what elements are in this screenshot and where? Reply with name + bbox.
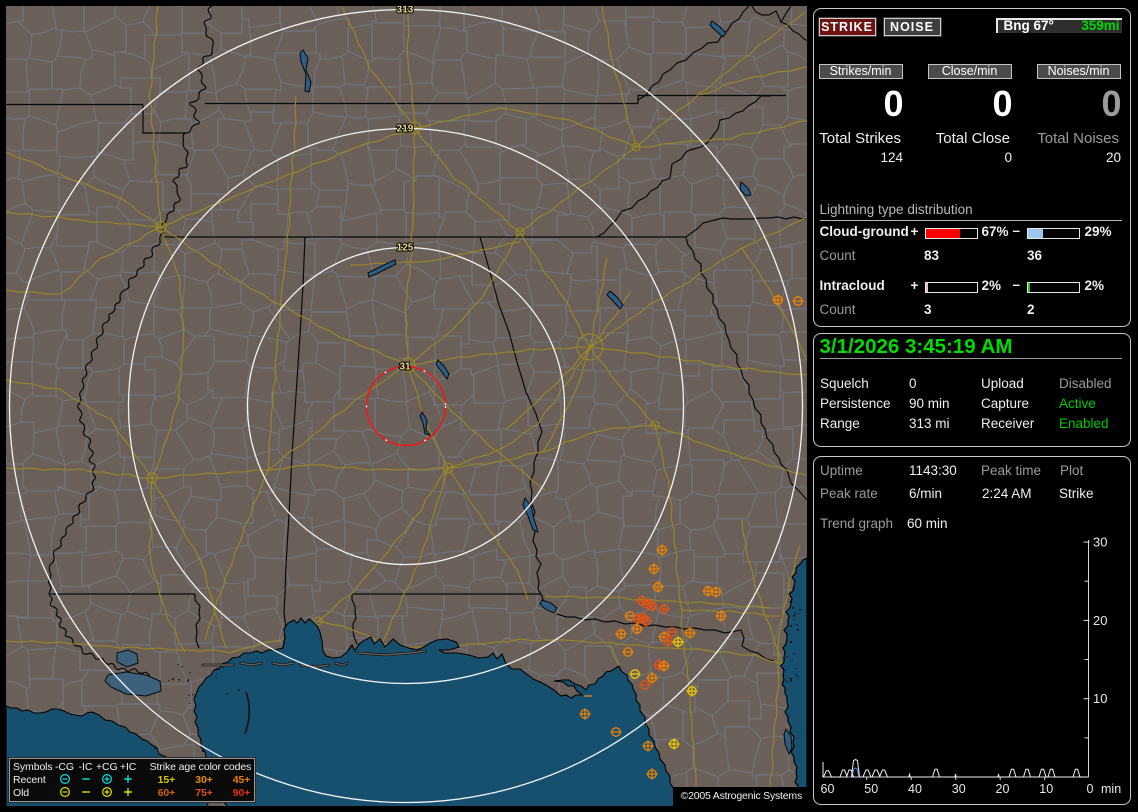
svg-text:125: 125 [397, 243, 414, 254]
svg-text:30: 30 [1093, 535, 1107, 550]
svg-text:10: 10 [1093, 691, 1107, 706]
svg-text:313: 313 [397, 6, 414, 16]
svg-text:20: 20 [996, 782, 1010, 796]
svg-text:0: 0 [1087, 782, 1094, 796]
svg-text:219: 219 [397, 124, 414, 135]
svg-text:40: 40 [908, 782, 922, 796]
svg-text:10: 10 [1039, 782, 1053, 796]
svg-text:20: 20 [1093, 613, 1107, 628]
svg-text:31: 31 [399, 362, 411, 373]
svg-text:60: 60 [821, 782, 835, 796]
svg-text:min: min [1101, 782, 1121, 796]
svg-text:30: 30 [952, 782, 966, 796]
svg-text:50: 50 [864, 782, 878, 796]
